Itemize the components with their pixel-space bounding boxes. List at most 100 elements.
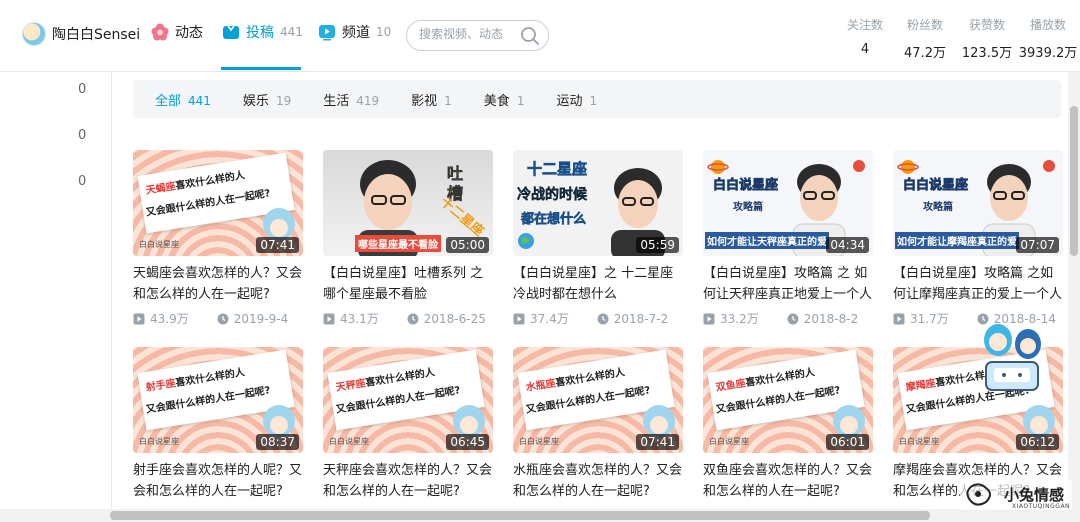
- stat-plays: 播放数 3939.2万: [1016, 16, 1080, 61]
- scrollbar-thumb[interactable]: [1070, 106, 1078, 256]
- mascot-icon[interactable]: [976, 318, 1048, 398]
- thumb-text: 十二星座: [527, 160, 588, 179]
- video-thumbnail[interactable]: 十二星座 冷战的时候 都在想什么 05:59: [513, 150, 683, 256]
- thumb-note: 白白说星座: [899, 437, 939, 446]
- video-title[interactable]: 双鱼座会喜欢怎样的人？又会和怎么样的人在一起呢?: [703, 460, 873, 502]
- video-meta: 37.4万 2018-7-2: [513, 310, 683, 327]
- thumb-text: 攻略篇: [733, 202, 763, 213]
- nav-tab-uploads[interactable]: 投稿 441: [222, 22, 303, 42]
- video-title[interactable]: 水瓶座会喜欢怎样的人？又会和怎么样的人在一起呢?: [513, 460, 683, 502]
- video-card[interactable]: 十二星座 冷战的时候 都在想什么 05:59 【白白说星座】之 十二星座冷战时都…: [513, 150, 683, 327]
- filter-count: 19: [275, 93, 292, 108]
- video-card[interactable]: 天秤座喜欢什么样的人 又会跟什么样的人在一起呢? 白白说星座 06:45 天秤座…: [323, 347, 493, 502]
- video-title[interactable]: 射手座会喜欢怎样的人呢？又会和怎么样的人在一起呢?: [133, 460, 303, 502]
- stat-label: 关注数: [846, 18, 883, 32]
- video-thumbnail[interactable]: 射手座喜欢什么样的人 又会跟什么样的人在一起呢? 白白说星座 08:37: [133, 347, 303, 453]
- play-icon: [703, 313, 715, 324]
- video-card[interactable]: 吐 槽 十二星座 哪些星座最不看脸 05:00 【白白说星座】吐槽系列 之 哪个…: [323, 150, 493, 327]
- video-duration: 07:07: [1016, 237, 1059, 253]
- video-card[interactable]: 天蝎座喜欢什么样的人 又会跟什么样的人在一起呢? 白白说星座 07:41 天蝎座…: [133, 150, 303, 327]
- globe-icon: [518, 233, 534, 249]
- filter-entertainment[interactable]: 娱乐 19: [243, 90, 291, 109]
- upload-date-value: 2018-6-25: [423, 311, 486, 326]
- stat-followers[interactable]: 粉丝数 47.2万: [892, 16, 958, 61]
- search-input[interactable]: [419, 27, 519, 41]
- active-tab-indicator: [221, 67, 301, 70]
- upload-date: 2018-7-2: [597, 310, 668, 327]
- stat-label: 播放数: [1029, 18, 1066, 32]
- filter-sports[interactable]: 运动 1: [556, 90, 597, 109]
- search-icon[interactable]: [520, 26, 540, 46]
- user-name[interactable]: 陶白白Sensei: [52, 24, 140, 44]
- video-duration: 06:45: [446, 434, 489, 450]
- video-duration: 08:37: [256, 434, 299, 450]
- thumb-note: 白白说星座: [139, 437, 179, 446]
- stat-value: 47.2万: [904, 46, 946, 61]
- video-thumbnail[interactable]: 吐 槽 十二星座 哪些星座最不看脸 05:00: [323, 150, 493, 256]
- video-card[interactable]: 白白说星座 攻略篇 如何才能让摩羯座真正的爱 07:07 【白白说星座】攻略篇 …: [893, 150, 1063, 327]
- filter-life[interactable]: 生活 419: [323, 90, 379, 109]
- nav-tab-channels[interactable]: 频道 10: [318, 22, 391, 42]
- video-duration: 07:41: [256, 237, 299, 253]
- play-count-value: 31.7万: [910, 312, 949, 326]
- video-meta: 33.2万 2018-8-2: [703, 310, 873, 327]
- nav-tab-dynamic[interactable]: 动态: [151, 22, 203, 42]
- user-profile[interactable]: 陶白白Sensei: [22, 22, 140, 46]
- filter-label: 运动: [556, 93, 583, 109]
- video-card[interactable]: 水瓶座喜欢什么样的人 又会跟什么样的人在一起呢? 白白说星座 07:41 水瓶座…: [513, 347, 683, 502]
- video-card[interactable]: 射手座喜欢什么样的人 又会跟什么样的人在一起呢? 白白说星座 08:37 射手座…: [133, 347, 303, 502]
- filter-all[interactable]: 全部 441: [155, 90, 211, 109]
- stat-following[interactable]: 关注数 4: [832, 16, 898, 57]
- nav-tab-count: 10: [376, 25, 392, 39]
- video-thumbnail[interactable]: 白白说星座 攻略篇 如何才能让天秤座真正的爱 04:34: [703, 150, 873, 256]
- play-icon: [513, 313, 525, 324]
- category-filter-bar: 全部 441 娱乐 19 生活 419 影视 1 美食 1 运动 1: [133, 80, 1061, 118]
- video-duration: 07:41: [636, 434, 679, 450]
- play-icon: [323, 313, 335, 324]
- scrollbar-thumb[interactable]: [110, 511, 930, 520]
- video-thumbnail[interactable]: 白白说星座 攻略篇 如何才能让摩羯座真正的爱 07:07: [893, 150, 1063, 256]
- anime-girl-icon: [643, 405, 675, 437]
- anime-girl-icon: [833, 405, 865, 437]
- video-meta: 43.1万 2018-6-25: [323, 310, 493, 327]
- thumb-text: 如何才能让天秤座真正的爱: [705, 232, 829, 249]
- planet-icon: [853, 160, 865, 172]
- filter-count: 419: [356, 93, 380, 108]
- anime-girl-icon: [1023, 405, 1055, 437]
- clock-icon: [407, 313, 419, 324]
- vertical-scrollbar[interactable]: [1068, 72, 1080, 522]
- filter-label: 娱乐: [242, 93, 269, 109]
- anime-girl-icon: [453, 405, 485, 437]
- video-title[interactable]: 天蝎座会喜欢怎样的人？又会和怎么样的人在一起呢?: [133, 263, 303, 305]
- video-thumbnail[interactable]: 水瓶座喜欢什么样的人 又会跟什么样的人在一起呢? 白白说星座 07:41: [513, 347, 683, 453]
- stat-label: 粉丝数: [906, 18, 943, 32]
- play-count: 43.9万: [133, 310, 189, 327]
- play-count: 37.4万: [513, 310, 569, 327]
- thumb-text: 冷战的时候: [517, 187, 587, 203]
- horizontal-scrollbar[interactable]: [0, 509, 1068, 522]
- video-card[interactable]: 白白说星座 攻略篇 如何才能让天秤座真正的爱 04:34 【白白说星座】攻略篇 …: [703, 150, 873, 327]
- stat-likes: 获赞数 123.5万: [954, 16, 1020, 61]
- anime-girl-icon: [263, 405, 295, 437]
- play-count: 43.1万: [323, 310, 379, 327]
- video-thumbnail[interactable]: 天蝎座喜欢什么样的人 又会跟什么样的人在一起呢? 白白说星座 07:41: [133, 150, 303, 256]
- video-title[interactable]: 【白白说星座】攻略篇 之 如何让天秤座真正地爱上一个人: [703, 263, 873, 305]
- filter-food[interactable]: 美食 1: [484, 90, 525, 109]
- avatar[interactable]: [22, 22, 46, 46]
- upload-date-value: 2019-9-4: [233, 311, 289, 326]
- filter-film[interactable]: 影视 1: [411, 90, 452, 109]
- search-box[interactable]: [406, 20, 549, 51]
- thumb-text: 哪些星座最不看脸: [355, 235, 441, 252]
- video-thumbnail[interactable]: 天秤座喜欢什么样的人 又会跟什么样的人在一起呢? 白白说星座 06:45: [323, 347, 493, 453]
- filter-label: 全部: [155, 93, 182, 109]
- video-thumbnail[interactable]: 双鱼座喜欢什么样的人 又会跟什么样的人在一起呢? 白白说星座 06:01: [703, 347, 873, 453]
- video-card[interactable]: 双鱼座喜欢什么样的人 又会跟什么样的人在一起呢? 白白说星座 06:01 双鱼座…: [703, 347, 873, 502]
- video-title[interactable]: 【白白说星座】吐槽系列 之 哪个星座最不看脸: [323, 263, 493, 305]
- filter-label: 美食: [483, 93, 510, 109]
- thumb-text: 白白说星座: [903, 178, 969, 194]
- left-sidebar: 0 0 0: [0, 72, 112, 522]
- video-title[interactable]: 【白白说星座】之 十二星座冷战时都在想什么: [513, 263, 683, 305]
- video-title[interactable]: 天秤座会喜欢怎样的人？又会和怎么样的人在一起呢?: [323, 460, 493, 502]
- sidebar-count: 0: [78, 82, 87, 97]
- video-title[interactable]: 【白白说星座】攻略篇 之如何让摩羯座真正的爱上一个人: [893, 263, 1063, 305]
